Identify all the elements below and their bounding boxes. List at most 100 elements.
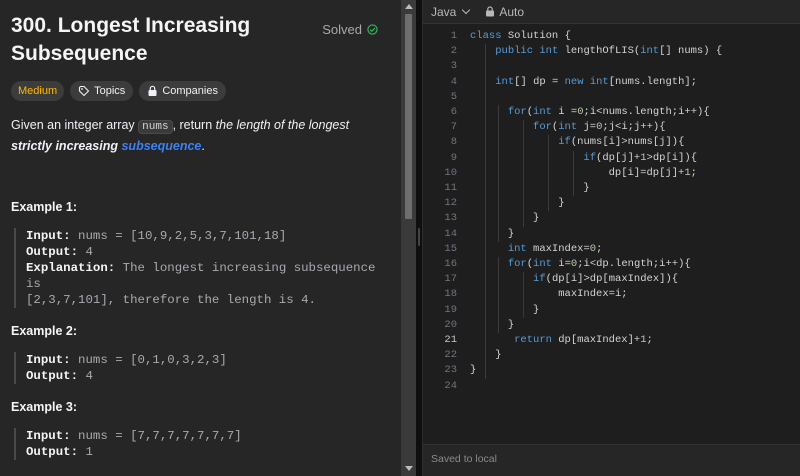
language-label: Java: [431, 4, 457, 19]
subsequence-link[interactable]: subsequence: [121, 139, 201, 153]
code-line[interactable]: 12 }: [423, 196, 800, 211]
code-line[interactable]: 22 }: [423, 348, 800, 363]
code-editor-panel: Java Auto 1 class Solution {2 public int …: [422, 0, 800, 476]
difficulty-label: Medium: [18, 85, 58, 97]
check-circle-icon: [367, 24, 378, 35]
companies-tag[interactable]: Companies: [139, 81, 226, 101]
output-label: Output:: [26, 445, 79, 459]
line-number: 5: [450, 90, 457, 103]
code-text[interactable]: for(int i =0;i<nums.length;i++){: [470, 105, 710, 120]
desc-strong: strictly increasing: [11, 139, 118, 153]
code-editor[interactable]: 1 class Solution {2 public int lengthOfLI…: [423, 24, 800, 444]
code-line[interactable]: 18 maxIndex=i;: [423, 287, 800, 302]
input-label: Input:: [26, 229, 71, 243]
scroll-up-icon[interactable]: [405, 4, 413, 9]
line-number: 24: [444, 379, 457, 392]
line-number: 17: [444, 273, 457, 286]
input-value: nums = [0,1,0,3,2,3]: [70, 353, 227, 367]
example-1-title: Example 1:: [11, 200, 78, 214]
code-text[interactable]: int[] dp = new int[nums.length];: [470, 75, 697, 90]
code-text[interactable]: if(dp[i]>dp[maxIndex]){: [470, 272, 678, 287]
code-text[interactable]: }: [470, 181, 589, 196]
code-line[interactable]: 7 for(int j=0;j<i;j++){: [423, 120, 800, 135]
code-line[interactable]: 14 }: [423, 227, 800, 242]
code-line[interactable]: 16 for(int i=0;i<dp.length;i++){: [423, 257, 800, 272]
inline-code: nums: [138, 120, 173, 134]
tag-icon: [79, 85, 90, 97]
code-line[interactable]: 20 }: [423, 318, 800, 333]
line-number: 7: [450, 121, 457, 134]
line-number: 11: [444, 182, 457, 194]
example-2-title: Example 2:: [11, 324, 78, 338]
chevron-down-icon: [462, 5, 471, 15]
editor-footer: Saved to local: [423, 444, 800, 476]
code-line[interactable]: 19 }: [423, 303, 800, 318]
code-line[interactable]: 15 int maxIndex=0;: [423, 242, 800, 257]
scroll-down-icon[interactable]: [405, 466, 413, 471]
resize-handle[interactable]: [418, 228, 420, 246]
code-line[interactable]: 23}: [423, 363, 800, 378]
line-number: 6: [450, 106, 457, 118]
code-line[interactable]: 11 }: [423, 181, 800, 196]
language-select[interactable]: Java: [431, 4, 471, 19]
output-value: 4: [78, 245, 93, 259]
code-text[interactable]: if(nums[i]>nums[j]){: [470, 135, 684, 150]
code-text[interactable]: if(dp[j]+1>dp[i]){: [470, 151, 697, 166]
code-text[interactable]: class Solution {: [470, 29, 571, 44]
code-text[interactable]: int maxIndex=0;: [470, 242, 603, 257]
code-line[interactable]: 24: [423, 379, 800, 394]
code-line[interactable]: 3: [423, 59, 800, 74]
code-text[interactable]: maxIndex=i;: [470, 287, 627, 302]
line-number: 10: [444, 166, 457, 179]
problem-tags: Medium Topics Companies: [11, 81, 392, 101]
code-text[interactable]: dp[i]=dp[j]+1;: [470, 166, 697, 181]
topics-tag[interactable]: Topics: [70, 81, 134, 101]
desc-emphasis: the length of the longest: [215, 118, 350, 132]
code-text[interactable]: }: [470, 196, 564, 211]
example-3-block: Input: nums = [7,7,7,7,7,7,7] Output: 1: [14, 428, 392, 460]
code-text[interactable]: }: [470, 303, 539, 318]
solved-label: Solved: [322, 22, 362, 37]
input-value: nums = [7,7,7,7,7,7,7]: [70, 429, 242, 443]
output-value: 1: [78, 445, 93, 459]
code-line[interactable]: 2 public int lengthOfLIS(int[] nums) {: [423, 44, 800, 59]
line-number: 13: [444, 212, 457, 225]
output-value: 4: [78, 369, 93, 383]
code-text[interactable]: }: [470, 211, 539, 226]
code-line[interactable]: 4 int[] dp = new int[nums.length];: [423, 75, 800, 90]
line-number: 21: [444, 334, 457, 346]
code-line[interactable]: 1 class Solution {: [423, 29, 800, 44]
desc-text: , return: [172, 118, 216, 132]
code-text[interactable]: for(int i=0;i<dp.length;i++){: [470, 257, 691, 272]
code-line[interactable]: 8 if(nums[i]>nums[j]){: [423, 135, 800, 150]
code-line[interactable]: 10 dp[i]=dp[j]+1;: [423, 166, 800, 181]
explanation-label: Explanation:: [26, 261, 116, 275]
code-line[interactable]: 6 for(int i =0;i<nums.length;i++){: [423, 105, 800, 120]
line-number: 8: [450, 136, 457, 149]
difficulty-badge: Medium: [11, 81, 65, 101]
code-text[interactable]: for(int j=0;j<i;j++){: [470, 120, 666, 135]
auto-label: Auto: [499, 4, 525, 19]
lock-icon: [486, 6, 495, 17]
code-text[interactable]: }: [470, 318, 514, 333]
code-text[interactable]: return dp[maxIndex]+1;: [470, 333, 653, 348]
description-scrollbar[interactable]: [401, 0, 416, 476]
example-2-block: Input: nums = [0,1,0,3,2,3] Output: 4: [14, 352, 392, 384]
companies-label: Companies: [162, 85, 218, 97]
code-line[interactable]: 21 return dp[maxIndex]+1;: [423, 333, 800, 348]
line-number: 14: [444, 227, 457, 240]
code-line[interactable]: 17 if(dp[i]>dp[maxIndex]){: [423, 272, 800, 287]
problem-title[interactable]: 300. Longest Increasing Subsequence: [11, 12, 311, 68]
line-number: 19: [444, 303, 457, 316]
code-text[interactable]: }: [470, 363, 476, 378]
code-line[interactable]: 9 if(dp[j]+1>dp[i]){: [423, 151, 800, 166]
auto-mode-toggle[interactable]: Auto: [485, 5, 524, 19]
code-text[interactable]: }: [470, 227, 514, 242]
scroll-thumb[interactable]: [405, 14, 412, 219]
explanation-value-cont: [2,3,7,101], therefore the length is 4.: [26, 293, 316, 307]
code-text[interactable]: }: [470, 348, 501, 363]
code-text[interactable]: public int lengthOfLIS(int[] nums) {: [470, 44, 722, 59]
code-line[interactable]: 13 }: [423, 211, 800, 226]
topics-label: Topics: [94, 85, 126, 97]
code-line[interactable]: 5: [423, 90, 800, 105]
